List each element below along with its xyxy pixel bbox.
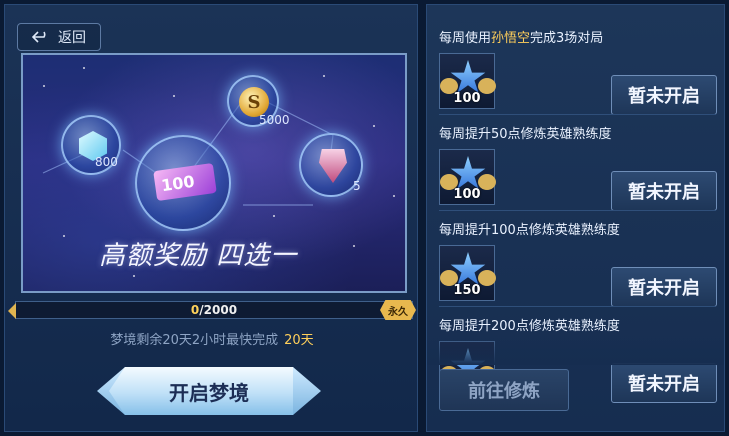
reward-banner: 800 S 5000 100 5 高额奖励 四选一 <box>21 53 407 293</box>
start-wing-right-icon <box>293 367 321 415</box>
ticket-count: 100 <box>159 171 196 195</box>
not-open-button[interactable]: 暂未开启 <box>611 267 717 307</box>
task-title: 每周使用孙悟空完成3场对局 <box>439 27 603 46</box>
progress-left-arrow-icon <box>8 303 16 319</box>
crystal-count: 800 <box>95 155 118 169</box>
card-icon <box>319 149 347 183</box>
ticket-orb[interactable]: 100 <box>135 135 231 231</box>
task-hero-name: 孙悟空 <box>491 31 531 46</box>
remaining-label: 梦境剩余20天2小时最快完成 <box>110 333 279 348</box>
progress-text: 0/2000 <box>16 302 412 318</box>
not-open-button[interactable]: 暂未开启 <box>611 171 717 211</box>
task-title: 每周提升100点修炼英雄熟练度 <box>439 223 620 238</box>
back-label: 返回 <box>58 30 86 46</box>
forever-badge: 永久 <box>380 300 416 320</box>
star-reward-icon: 100 <box>439 53 496 109</box>
task-item: 每周提升50点修炼英雄熟练度 100 暂未开启 <box>427 115 724 211</box>
banner-tagline: 高额奖励 四选一 <box>99 241 298 271</box>
task-title: 每周提升200点修炼英雄熟练度 <box>439 319 620 334</box>
list-fade <box>427 335 724 365</box>
progress-bar: 0/2000 永久 <box>8 300 416 320</box>
goto-training-button[interactable]: 前往修炼 <box>439 369 569 411</box>
progress-total: /2000 <box>199 303 238 317</box>
dream-panel: 返回 800 S 5000 100 5 高额奖励 四选一 0/2000 永久 梦… <box>4 4 418 432</box>
ticket-icon: 100 <box>153 162 217 202</box>
task-list-panel: 每周使用孙悟空完成3场对局 100 暂未开启 每周提升50点修炼英雄熟练度 10… <box>426 4 725 432</box>
task-title-text: 每周使用 <box>439 31 492 46</box>
star-reward-icon: 100 <box>439 149 496 205</box>
reward-count: 150 <box>453 283 481 298</box>
not-open-button[interactable]: 暂未开启 <box>611 75 717 115</box>
reward-count: 100 <box>453 91 481 106</box>
start-dream-button[interactable]: 开启梦境 <box>109 367 309 415</box>
card-count: 5 <box>353 179 361 193</box>
remaining-days: 20天 <box>284 333 314 348</box>
back-button[interactable]: 返回 <box>17 23 101 51</box>
coin-count: 5000 <box>259 113 290 127</box>
remaining-time-text: 梦境剩余20天2小时最快完成 20天 <box>5 329 419 348</box>
task-title-suffix: 完成3场对局 <box>530 31 604 46</box>
back-arrow-icon <box>31 31 50 43</box>
not-open-button[interactable]: 暂未开启 <box>611 363 717 403</box>
task-title: 每周提升50点修炼英雄熟练度 <box>439 127 612 142</box>
reward-count: 100 <box>453 187 481 202</box>
star-reward-icon: 150 <box>439 245 496 301</box>
task-item: 每周提升100点修炼英雄熟练度 150 暂未开启 <box>427 211 724 307</box>
task-item: 每周使用孙悟空完成3场对局 100 暂未开启 <box>427 19 724 115</box>
